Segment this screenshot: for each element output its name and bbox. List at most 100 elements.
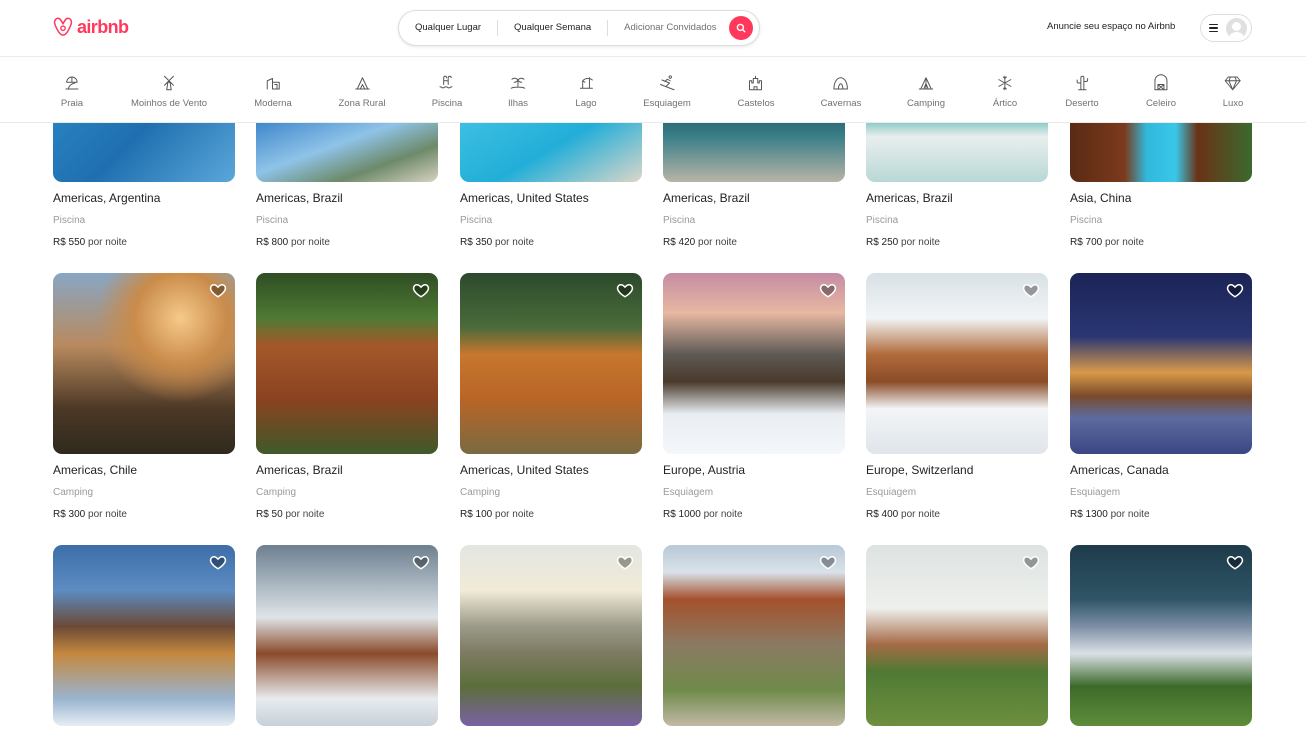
listing-price: R$ 100 por noite	[460, 509, 534, 520]
price-amount: R$ 350	[460, 237, 493, 248]
category-label: Praia	[60, 98, 84, 109]
listing-category: Piscina	[1070, 215, 1103, 226]
category-deserto[interactable]: Deserto	[1065, 74, 1099, 114]
listing-photo[interactable]	[53, 273, 235, 454]
search-where[interactable]: Qualquer Lugar	[399, 20, 497, 36]
category-luxo[interactable]: Luxo	[1223, 74, 1243, 114]
top-header: airbnb Qualquer Lugar Qualquer Semana Ad…	[0, 0, 1306, 57]
user-menu-button[interactable]	[1200, 14, 1252, 42]
listing-card[interactable]	[256, 273, 438, 454]
heart-icon[interactable]	[1226, 281, 1244, 299]
listing-photo[interactable]	[663, 273, 845, 454]
category-label: Zona Rural	[338, 98, 386, 109]
heart-icon[interactable]	[209, 553, 227, 571]
listing-card[interactable]	[53, 273, 235, 454]
listing-price: R$ 1300 por noite	[1070, 509, 1150, 520]
category-artico[interactable]: Ártico	[993, 74, 1017, 114]
listing-category: Esquiagem	[1070, 487, 1121, 498]
listing-location: Americas, Brazil	[663, 191, 750, 205]
airbnb-logo-icon	[53, 17, 73, 36]
category-label: Camping	[906, 98, 946, 109]
listing-location: Europe, Austria	[663, 463, 746, 477]
category-ilhas[interactable]: Ilhas	[508, 74, 528, 114]
listing-photo[interactable]	[256, 273, 438, 454]
search-bar[interactable]: Qualquer Lugar Qualquer Semana Adicionar…	[398, 10, 760, 46]
price-unit: por noite	[495, 509, 534, 520]
listing-card[interactable]	[460, 273, 642, 454]
listing-price: R$ 400 por noite	[866, 509, 940, 520]
listing-location: Americas, United States	[460, 191, 589, 205]
island-icon	[510, 77, 526, 89]
heart-icon[interactable]	[412, 553, 430, 571]
heart-icon[interactable]	[616, 553, 634, 571]
price-unit: por noite	[703, 509, 743, 520]
listing-card[interactable]	[256, 545, 438, 726]
category-lago[interactable]: Lago	[575, 74, 597, 114]
windmill-icon	[164, 75, 174, 91]
listing-photo[interactable]	[866, 545, 1048, 726]
category-praia[interactable]: Praia	[61, 74, 83, 114]
listing-category: Camping	[460, 487, 501, 498]
listing-category: Piscina	[460, 215, 493, 226]
listing-card[interactable]	[866, 273, 1048, 454]
category-moderna[interactable]: Moderna	[254, 74, 292, 114]
listing-card[interactable]	[663, 273, 845, 454]
listing-location: Asia, China	[1070, 191, 1132, 205]
listing-price: R$ 250 por noite	[866, 237, 940, 248]
price-amount: R$ 1300	[1070, 509, 1108, 520]
search-button[interactable]	[728, 16, 753, 40]
skiing-icon	[659, 75, 675, 91]
category-camping[interactable]: Camping	[907, 74, 945, 114]
listing-card[interactable]	[460, 545, 642, 726]
listing-card[interactable]	[866, 545, 1048, 726]
listing-location: Americas, Argentina	[53, 191, 161, 205]
listing-category: Esquiagem	[663, 487, 714, 498]
heart-icon[interactable]	[1022, 553, 1040, 571]
cave-icon	[833, 77, 849, 90]
listing-card[interactable]	[663, 545, 845, 726]
category-castelos[interactable]: Castelos	[738, 74, 774, 114]
airbnb-logo[interactable]: airbnb	[53, 16, 129, 38]
heart-icon[interactable]	[1022, 281, 1040, 299]
heart-icon[interactable]	[209, 281, 227, 299]
listing-photo[interactable]	[460, 545, 642, 726]
category-esquiagem[interactable]: Esquiagem	[643, 74, 691, 114]
hamburger-icon	[1209, 23, 1218, 33]
heart-icon[interactable]	[412, 281, 430, 299]
category-zona-rural[interactable]: Zona Rural	[339, 74, 386, 114]
listing-photo[interactable]	[1070, 545, 1252, 726]
category-cavernas[interactable]: Cavernas	[821, 74, 861, 114]
listing-photo[interactable]	[866, 273, 1048, 454]
lake-icon	[579, 77, 593, 89]
search-guests[interactable]: Adicionar Convidados	[608, 20, 726, 36]
search-when[interactable]: Qualquer Semana	[498, 20, 607, 36]
listing-card[interactable]	[1070, 545, 1252, 726]
heart-icon[interactable]	[819, 281, 837, 299]
logo-wordmark: airbnb	[77, 16, 129, 37]
category-moinhos-de-vento[interactable]: Moinhos de Vento	[131, 74, 207, 114]
listing-card[interactable]	[53, 545, 235, 726]
listing-photo[interactable]	[1070, 273, 1252, 454]
heart-icon[interactable]	[819, 553, 837, 571]
listing-photo[interactable]	[256, 545, 438, 726]
category-label: Esquiagem	[643, 98, 691, 109]
heart-icon[interactable]	[616, 281, 634, 299]
host-link[interactable]: Anuncie seu espaço no Airbnb	[1047, 21, 1175, 32]
listing-photo[interactable]	[663, 545, 845, 726]
search-icon	[736, 23, 745, 33]
heart-icon[interactable]	[1226, 553, 1244, 571]
price-unit: por noite	[1105, 237, 1144, 248]
listing-price: R$ 50 por noite	[256, 509, 324, 520]
price-unit: por noite	[698, 237, 737, 248]
category-label: Deserto	[1065, 98, 1099, 109]
category-label: Ártico	[992, 98, 1018, 109]
category-piscina[interactable]: Piscina	[432, 74, 462, 114]
price-amount: R$ 50	[256, 509, 283, 520]
category-celeiro[interactable]: Celeiro	[1146, 74, 1176, 114]
listing-photo[interactable]	[460, 273, 642, 454]
listing-card[interactable]	[1070, 273, 1252, 454]
category-bar: Praia Moinhos de Vento Moderna Zona Rura…	[0, 57, 1306, 123]
listing-location: Europe, Switzerland	[866, 463, 974, 477]
cactus-icon	[1076, 75, 1088, 91]
listing-photo[interactable]	[53, 545, 235, 726]
